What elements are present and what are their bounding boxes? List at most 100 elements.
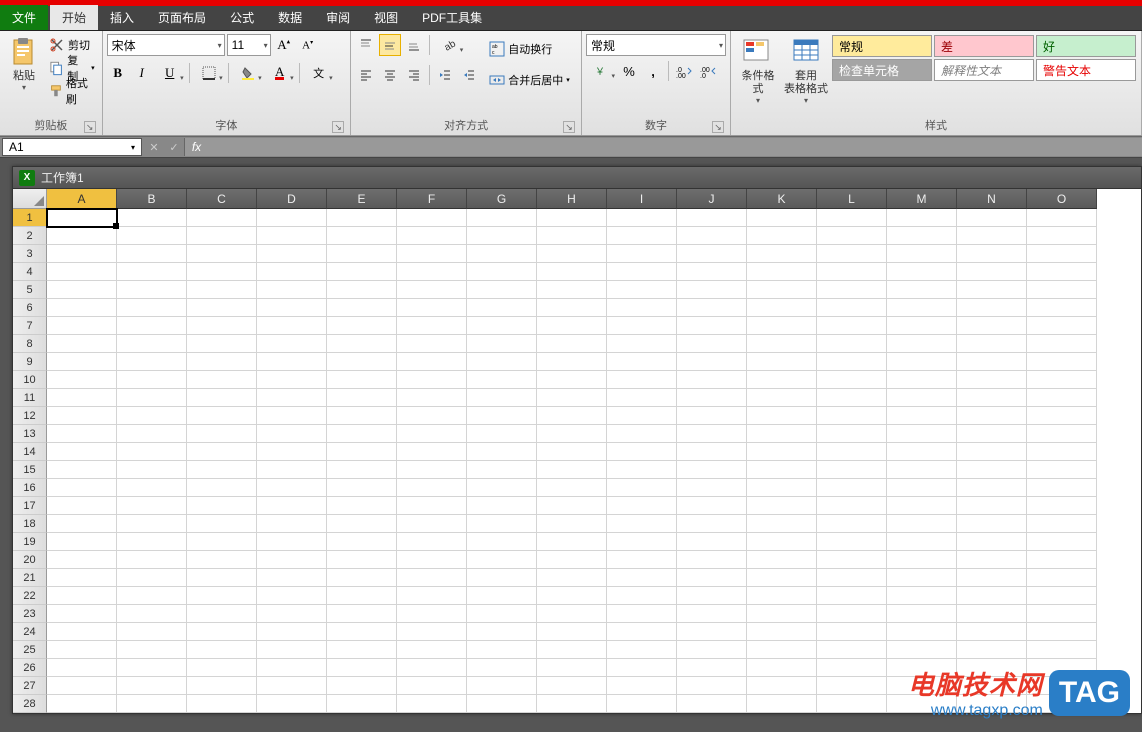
cell[interactable] [397,605,467,623]
cell[interactable] [327,605,397,623]
cell[interactable] [887,299,957,317]
cell[interactable] [817,389,887,407]
cell[interactable] [887,353,957,371]
cell[interactable] [257,569,327,587]
cell[interactable] [957,317,1027,335]
cell[interactable] [467,461,537,479]
cell[interactable] [817,659,887,677]
formula-input[interactable] [208,138,1142,156]
cell[interactable] [47,677,117,695]
cell[interactable] [397,353,467,371]
row-header[interactable]: 23 [13,605,47,623]
tab-view[interactable]: 视图 [362,5,410,30]
cell[interactable] [327,335,397,353]
cell[interactable] [817,551,887,569]
row-header[interactable]: 4 [13,263,47,281]
row-header[interactable]: 8 [13,335,47,353]
cell[interactable] [257,281,327,299]
cell[interactable] [397,281,467,299]
cell[interactable] [747,281,817,299]
cell[interactable] [327,353,397,371]
cell[interactable] [187,281,257,299]
cell[interactable] [537,353,607,371]
cell[interactable] [677,281,747,299]
cell[interactable] [327,209,397,227]
column-header[interactable]: N [957,189,1027,209]
cell[interactable] [397,443,467,461]
cell[interactable] [887,623,957,641]
cell[interactable] [817,695,887,713]
cell[interactable] [467,659,537,677]
cell[interactable] [677,659,747,677]
cell[interactable] [537,335,607,353]
cell[interactable] [257,371,327,389]
cell[interactable] [537,587,607,605]
cell[interactable] [117,497,187,515]
font-name-combo[interactable]: 宋体▾ [107,34,225,56]
cell[interactable] [747,659,817,677]
cell[interactable] [397,659,467,677]
cell[interactable] [607,659,677,677]
cell[interactable] [47,407,117,425]
cell[interactable] [257,461,327,479]
cell[interactable] [47,515,117,533]
cancel-formula-icon[interactable]: ✕ [144,138,164,156]
cell[interactable] [537,299,607,317]
cell[interactable] [607,551,677,569]
cell[interactable] [187,245,257,263]
cell[interactable] [467,677,537,695]
cell[interactable] [187,533,257,551]
cell[interactable] [1027,299,1097,317]
cell[interactable] [607,695,677,713]
cell[interactable] [1027,263,1097,281]
cell[interactable] [327,425,397,443]
cell[interactable] [327,587,397,605]
cell[interactable] [887,281,957,299]
cell[interactable] [607,353,677,371]
cell[interactable] [467,281,537,299]
cell[interactable] [327,551,397,569]
cell[interactable] [957,425,1027,443]
cell[interactable] [47,569,117,587]
name-box[interactable]: A1▾ [2,138,142,156]
cell[interactable] [467,497,537,515]
increase-decimal-button[interactable]: .0.00 [673,60,695,82]
cell[interactable] [677,641,747,659]
cell[interactable] [817,515,887,533]
accounting-format-button[interactable]: ￥▾ [586,60,616,82]
cell[interactable] [467,299,537,317]
cell[interactable] [817,353,887,371]
cell[interactable] [257,497,327,515]
cell[interactable] [257,209,327,227]
cell[interactable] [47,209,117,227]
column-header[interactable]: G [467,189,537,209]
cell[interactable] [607,389,677,407]
cell[interactable] [47,299,117,317]
phonetic-button[interactable]: 文▾ [304,62,334,84]
cell[interactable] [257,353,327,371]
cell[interactable] [677,209,747,227]
cell[interactable] [187,587,257,605]
cell[interactable] [887,263,957,281]
cell[interactable] [607,227,677,245]
cell[interactable] [957,389,1027,407]
cell[interactable] [327,695,397,713]
cell[interactable] [467,389,537,407]
row-header[interactable]: 2 [13,227,47,245]
cell[interactable] [957,605,1027,623]
cell[interactable] [257,263,327,281]
column-header[interactable]: M [887,189,957,209]
cell[interactable] [467,641,537,659]
cell[interactable] [537,263,607,281]
cell[interactable] [817,281,887,299]
cell[interactable] [817,497,887,515]
bold-button[interactable]: B [107,62,129,84]
cell[interactable] [817,623,887,641]
cell[interactable] [397,695,467,713]
row-header[interactable]: 18 [13,515,47,533]
cell[interactable] [327,479,397,497]
row-header[interactable]: 20 [13,551,47,569]
cell[interactable] [117,443,187,461]
cell[interactable] [817,641,887,659]
cell[interactable] [607,245,677,263]
